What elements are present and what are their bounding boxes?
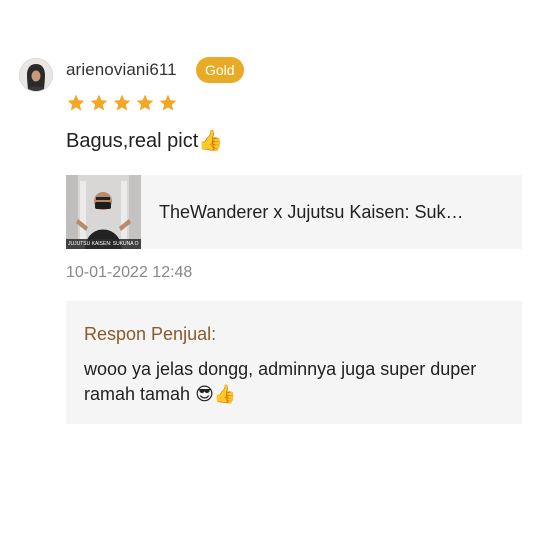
thumbs-up-icon: 👍 — [198, 128, 224, 152]
review-text: Bagus,real pict👍 — [66, 128, 223, 153]
reviewer-username[interactable]: arienoviani611 — [66, 60, 177, 80]
seller-reply-text: wooo ya jelas dongg, adminnya juga super… — [84, 357, 504, 407]
star-icon — [159, 94, 177, 111]
membership-badge: Gold — [196, 57, 244, 83]
review-timestamp: 10-01-2022 12:48 — [66, 264, 193, 281]
seller-reply: Respon Penjual: wooo ya jelas dongg, adm… — [66, 301, 522, 424]
rating-stars — [66, 93, 178, 113]
star-icon — [67, 94, 85, 111]
seller-reply-label: Respon Penjual: — [84, 324, 217, 344]
thumbnail-caption: JUJUTSU KAISEN: SUKUNA ORI... — [68, 241, 139, 247]
product-card[interactable]: JUJUTSU KAISEN: SUKUNA ORI... TheWandere… — [66, 175, 522, 249]
sunglasses-thumbs-up-icon: 😎👍 — [195, 384, 237, 405]
star-icon — [136, 94, 154, 111]
star-icon — [90, 94, 108, 111]
product-thumbnail: JUJUTSU KAISEN: SUKUNA ORI... — [66, 175, 141, 249]
seller-reply-content: wooo ya jelas dongg, adminnya juga super… — [84, 359, 477, 404]
avatar[interactable] — [19, 58, 53, 92]
star-icon — [113, 94, 131, 111]
review-text-content: Bagus,real pict — [66, 130, 199, 152]
product-title[interactable]: TheWanderer x Jujutsu Kaisen: Suk… — [159, 202, 504, 223]
avatar-image — [20, 59, 52, 91]
product-thumbnail-image — [66, 175, 141, 249]
